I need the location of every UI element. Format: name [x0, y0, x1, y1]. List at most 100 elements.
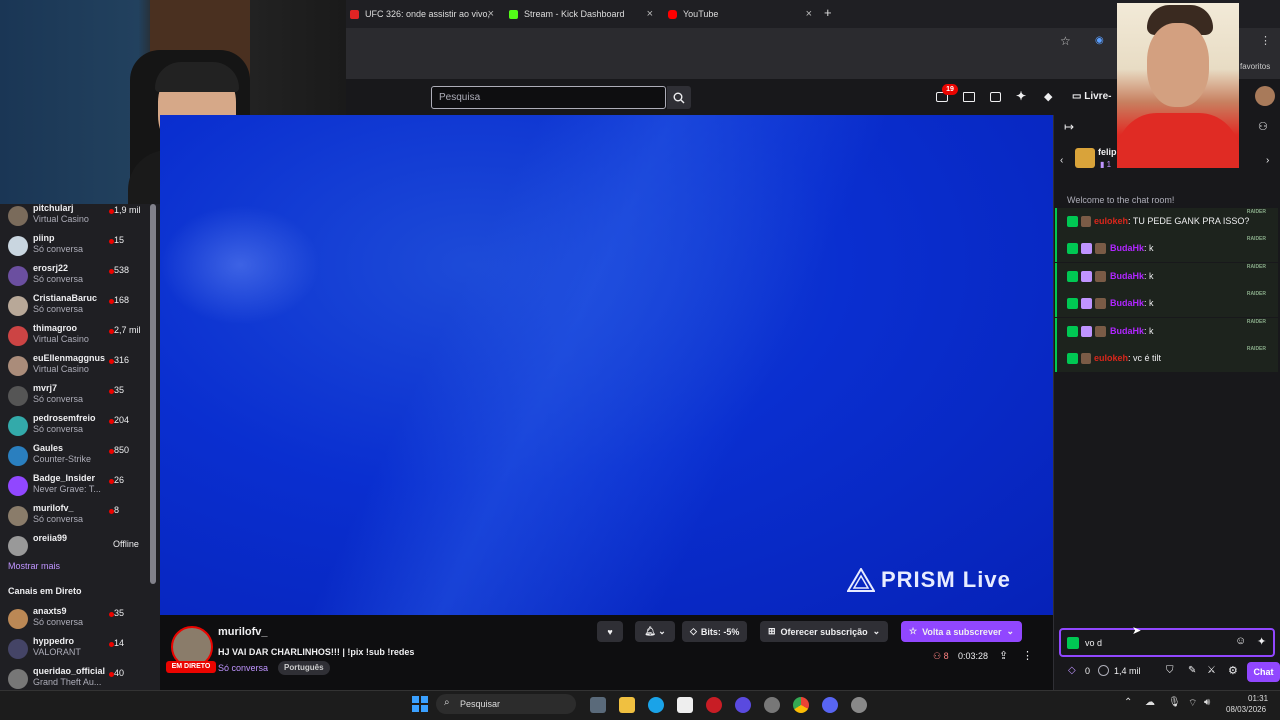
chat-line: eulokeh: TU PEDE GANK PRA ISSO? [1094, 216, 1249, 226]
app-red-icon[interactable] [706, 697, 722, 713]
wifi-icon[interactable]: ⌔ [1188, 697, 1197, 710]
settings-app-icon[interactable] [764, 697, 780, 713]
new-tab-button[interactable]: + [824, 5, 832, 20]
store-icon[interactable] [677, 697, 693, 713]
channel-game: Só conversa [33, 617, 84, 627]
more-options-icon[interactable]: ⋮ [1022, 649, 1033, 662]
discord-icon[interactable] [822, 697, 838, 713]
taskbar-search[interactable]: ⌕ Pesquisar [436, 694, 576, 714]
browser-tab-ufc[interactable]: UFC 326: onde assistir ao vivo, × [350, 4, 494, 24]
chat-username[interactable]: eulokeh [1094, 216, 1128, 226]
sidebar-channel-item[interactable]: pedrosemfreio Só conversa 204 [8, 413, 148, 443]
sidebar-channel-item[interactable]: thimagroo Virtual Casino 2,7 mil [8, 323, 148, 353]
bits-button[interactable]: ◇ Bits: -5% [682, 621, 748, 642]
share-icon[interactable]: ⇪ [999, 649, 1008, 662]
microphone-icon[interactable]: 🎙︎ [1168, 697, 1181, 708]
windows-start-icon[interactable] [412, 696, 428, 712]
gear-icon[interactable]: ⚙ [1228, 664, 1238, 677]
gift-prev-icon[interactable]: ‹ [1060, 155, 1063, 166]
chat-username[interactable]: BudaHk [1110, 243, 1144, 253]
chat-message[interactable]: RAIDER BudaHk: k [1055, 290, 1278, 318]
show-more-link[interactable]: Mostrar mais [8, 561, 60, 571]
channel-name: euEllenmaggnus [33, 353, 106, 363]
bits-cheer-icon[interactable]: ◇ [1068, 665, 1076, 676]
file-explorer-icon[interactable] [619, 697, 635, 713]
sidebar-scrollbar[interactable] [150, 204, 156, 584]
sidebar-channel-item[interactable]: euEllenmaggnus Virtual Casino 316 [8, 353, 148, 383]
mod-tools-icon[interactable]: ⚔ [1207, 665, 1216, 676]
close-tab-icon[interactable]: × [647, 8, 653, 20]
turbo-icon[interactable]: ✦ [1016, 89, 1026, 103]
volume-icon[interactable]: 🔊︎ [1204, 697, 1210, 708]
sidebar-channel-item[interactable]: CristianaBaruc Só conversa 168 [8, 293, 148, 323]
chat-message[interactable]: RAIDER BudaHk: k [1055, 235, 1278, 263]
chat-message[interactable]: RAIDER eulokeh: vc é tilt [1055, 345, 1278, 372]
seventv-icon[interactable]: ✦ [1257, 635, 1266, 648]
user-avatar[interactable] [1255, 86, 1275, 106]
inbox-icon[interactable] [963, 92, 975, 102]
task-view-icon[interactable] [590, 697, 606, 713]
channel-name: piinp [33, 233, 55, 243]
clock-time[interactable]: 01:31 [1248, 694, 1268, 703]
chat-message[interactable]: RAIDER BudaHk: k [1055, 262, 1278, 290]
sidebar-channel-item[interactable]: piinp Só conversa 15 [8, 233, 148, 263]
mod-badge-icon [1067, 298, 1078, 310]
pen-icon[interactable]: ✎ [1188, 665, 1196, 676]
bookmark-star-icon[interactable]: ☆ [1060, 34, 1071, 48]
search-input[interactable]: Pesquisa [431, 86, 666, 109]
sidebar-channel-item[interactable]: mvrj7 Só conversa 35 [8, 383, 148, 413]
collapse-chat-icon[interactable]: ↦ [1064, 120, 1074, 134]
bits-icon: ◇ [690, 626, 697, 636]
chat-message[interactable]: RAIDER eulokeh: TU PEDE GANK PRA ISSO? [1055, 208, 1278, 235]
sidebar-channel-item[interactable]: Badge_Insider Never Grave: T... 26 [8, 473, 148, 503]
extension-icon[interactable]: ◉ [1095, 35, 1104, 46]
channel-points-count[interactable]: 1,4 mil [1114, 666, 1141, 676]
chat-input[interactable]: vo d ☺ ✦ [1059, 628, 1275, 657]
channel-name[interactable]: murilofv_ [218, 626, 268, 638]
star-icon: ☆ [909, 626, 918, 636]
chrome-icon[interactable] [793, 697, 809, 713]
chat-message[interactable]: RAIDER BudaHk: k [1055, 317, 1278, 345]
video-player[interactable] [160, 115, 1053, 615]
close-tab-icon[interactable]: × [806, 8, 812, 20]
community-icon[interactable]: ⚇ [1258, 120, 1268, 133]
sidebar-channel-item[interactable]: Gaules Counter-Strike 850 [8, 443, 148, 473]
sidebar-channel-item[interactable]: murilofv_ Só conversa 8 [8, 503, 148, 533]
browser-menu-icon[interactable]: ⋮ [1260, 34, 1271, 47]
send-chat-button[interactable]: Chat [1247, 662, 1280, 682]
clock-date[interactable]: 08/03/2026 [1226, 705, 1266, 714]
browser-tab-kick[interactable]: Stream - Kick Dashboard × [509, 4, 653, 24]
prime-button[interactable]: ▭ Livre- [1072, 91, 1111, 102]
chat-username[interactable]: eulokeh [1094, 353, 1128, 363]
chat-username[interactable]: BudaHk [1110, 326, 1144, 336]
shield-icon[interactable]: ⛉ [1166, 665, 1174, 676]
gift-leader-name[interactable]: felip [1098, 147, 1117, 157]
cloud-icon[interactable]: ☁ [1145, 697, 1155, 708]
chat-username[interactable]: BudaHk [1110, 298, 1144, 308]
sidebar-channel-item[interactable]: hyppedro VALORANT 14 [8, 636, 148, 666]
sidebar-channel-item[interactable]: oreiia99 Offline [8, 533, 148, 563]
sidebar-channel-item[interactable]: erosrj22 Só conversa 538 [8, 263, 148, 293]
close-tab-icon[interactable]: × [488, 8, 494, 20]
app-purple-icon[interactable] [735, 697, 751, 713]
search-button[interactable] [667, 86, 691, 109]
follow-button[interactable]: ♥ [597, 621, 623, 642]
emote-icon[interactable]: ☺ [1235, 635, 1246, 647]
stream-category-link[interactable]: Só conversa [218, 663, 268, 673]
gift-sub-button[interactable]: ⊞ Oferecer subscrição ⌄ [760, 621, 889, 642]
bits-icon[interactable]: ◆ [1044, 90, 1052, 103]
edge-icon[interactable] [648, 697, 664, 713]
chat-username[interactable]: BudaHk [1110, 271, 1144, 281]
app-grey-icon[interactable] [851, 697, 867, 713]
whispers-icon[interactable] [990, 92, 1001, 102]
browser-tab-youtube[interactable]: YouTube × [668, 4, 812, 24]
tray-overflow-icon[interactable]: ⌃ [1124, 697, 1132, 708]
channel-points-icon[interactable] [1098, 665, 1109, 676]
notification-bell-button[interactable]: 🔔︎ ⌄ [635, 621, 675, 642]
sidebar-channel-item[interactable]: pitchularj Virtual Casino 1,9 mil [8, 203, 148, 233]
gift-next-icon[interactable]: › [1266, 155, 1269, 166]
language-tag[interactable]: Português [278, 661, 330, 675]
bookmarks-folder[interactable]: favoritos [1240, 62, 1270, 71]
sidebar-channel-item[interactable]: anaxts9 Só conversa 35 [8, 606, 148, 636]
resubscribe-button[interactable]: ☆ Volta a subscrever ⌄ [901, 621, 1022, 642]
